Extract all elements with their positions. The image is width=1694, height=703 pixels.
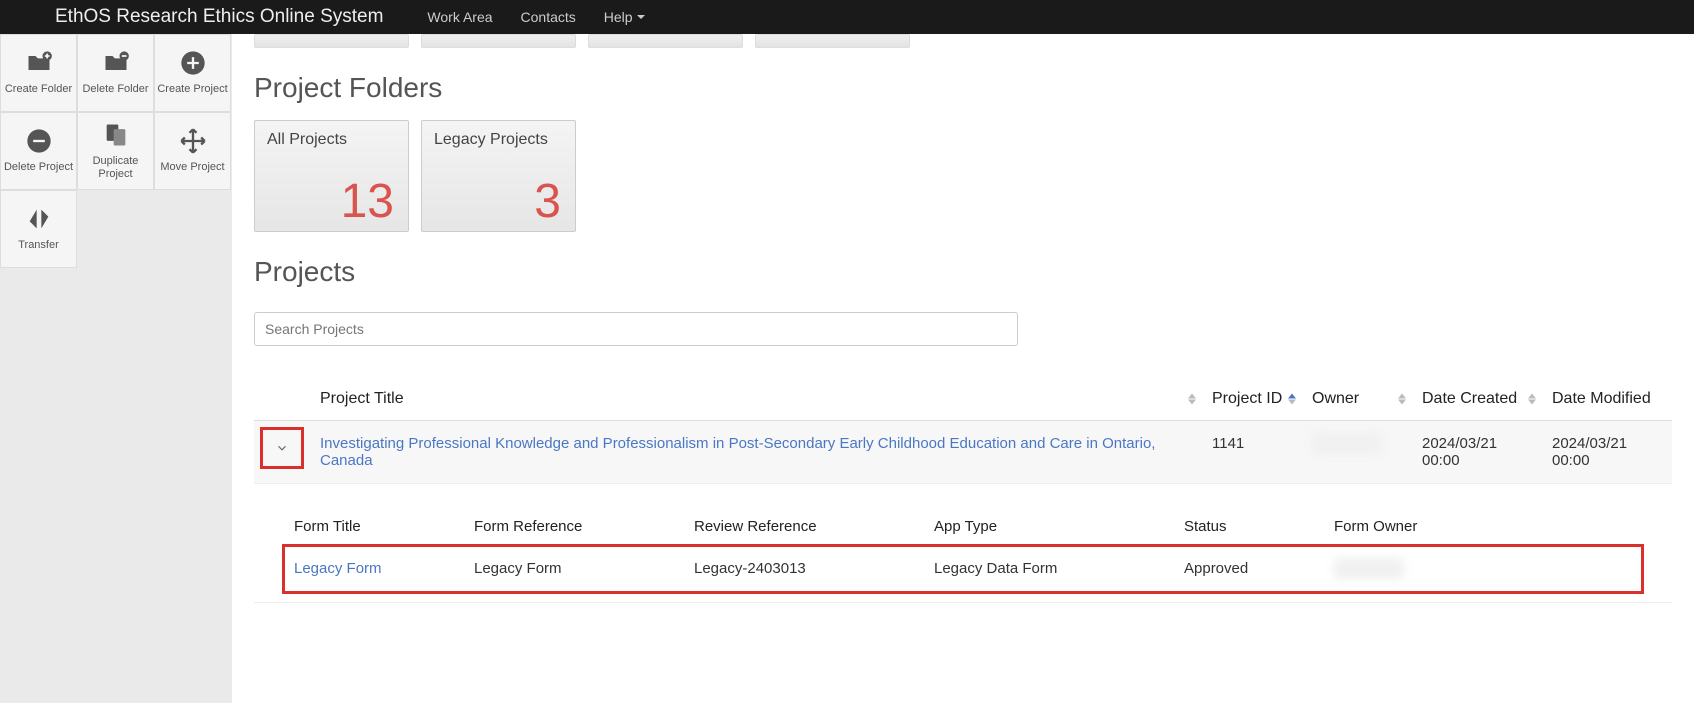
cell-form-reference: Legacy Form <box>464 546 684 592</box>
col-project-title[interactable]: Project Title <box>310 378 1202 421</box>
col-app-type: App Type <box>924 508 1174 546</box>
transfer-icon <box>25 205 53 233</box>
placeholder-tile <box>254 34 409 48</box>
placeholder-tile <box>755 34 910 48</box>
col-date-created[interactable]: Date Created <box>1412 378 1542 421</box>
duplicate-icon <box>102 121 130 149</box>
create-folder-button[interactable]: Create Folder <box>0 34 77 112</box>
cell-form-owner: redacted <box>1334 558 1404 579</box>
transfer-button[interactable]: Transfer <box>0 190 77 268</box>
nav-help[interactable]: Help <box>590 9 659 25</box>
col-form-title: Form Title <box>284 508 464 546</box>
cell-app-type: Legacy Data Form <box>924 546 1174 592</box>
folders-heading: Project Folders <box>254 72 1672 104</box>
nav-work-area[interactable]: Work Area <box>413 9 506 25</box>
sort-icon <box>1188 394 1196 405</box>
navbar: EthOS Research Ethics Online System Work… <box>0 0 1694 34</box>
col-project-id[interactable]: Project ID <box>1202 378 1302 421</box>
col-owner[interactable]: Owner <box>1302 378 1412 421</box>
sidebar-empty <box>77 190 154 268</box>
placeholder-tile <box>588 34 743 48</box>
cell-status: Approved <box>1174 546 1324 592</box>
search-projects-input[interactable] <box>254 312 1018 346</box>
form-row: Legacy Form Legacy Form Legacy-2403013 L… <box>284 546 1642 592</box>
cell-project-id: 1141 <box>1202 421 1302 484</box>
col-date-modified[interactable]: Date Modified <box>1542 378 1672 421</box>
plus-circle-icon <box>179 49 207 77</box>
sort-icon <box>1288 394 1296 405</box>
chevron-down-icon <box>637 15 645 19</box>
folder-title: Legacy Projects <box>434 131 563 149</box>
cell-date-created: 2024/03/21 00:00 <box>1412 421 1542 484</box>
cell-review-reference: Legacy-2403013 <box>684 546 924 592</box>
cell-date-modified: 2024/03/21 00:00 <box>1542 421 1672 484</box>
placeholder-row <box>254 34 1672 48</box>
projects-table: Project Title Project ID Owner Date Crea… <box>254 378 1672 603</box>
folder-title: All Projects <box>267 131 396 149</box>
app-title: EthOS Research Ethics Online System <box>55 6 383 28</box>
col-status: Status <box>1174 508 1324 546</box>
placeholder-tile <box>421 34 576 48</box>
project-row: Investigating Professional Knowledge and… <box>254 421 1672 484</box>
col-form-owner: Form Owner <box>1324 508 1642 546</box>
cell-owner: redacted <box>1312 433 1382 454</box>
nav-contacts[interactable]: Contacts <box>507 9 590 25</box>
project-title-link[interactable]: Investigating Professional Knowledge and… <box>320 435 1155 469</box>
col-review-reference: Review Reference <box>684 508 924 546</box>
sort-icon <box>1398 394 1406 405</box>
sidebar-empty <box>154 190 231 268</box>
delete-project-button[interactable]: Delete Project <box>0 112 77 190</box>
forms-subtable: Form Title Form Reference Review Referen… <box>284 508 1642 592</box>
move-icon <box>179 127 207 155</box>
move-project-button[interactable]: Move Project <box>154 112 231 190</box>
col-form-reference: Form Reference <box>464 508 684 546</box>
folder-minus-icon <box>102 49 130 77</box>
folder-all-projects[interactable]: All Projects 13 <box>254 120 409 232</box>
folder-plus-icon <box>25 49 53 77</box>
form-title-link[interactable]: Legacy Form <box>294 560 382 577</box>
folder-count: 13 <box>341 174 394 229</box>
sidebar: Create Folder Delete Folder Create Proje… <box>0 34 232 703</box>
folder-count: 3 <box>534 174 561 229</box>
folder-legacy-projects[interactable]: Legacy Projects 3 <box>421 120 576 232</box>
delete-folder-button[interactable]: Delete Folder <box>77 34 154 112</box>
expand-row-toggle[interactable] <box>260 427 304 469</box>
create-project-button[interactable]: Create Project <box>154 34 231 112</box>
main-content: Project Folders All Projects 13 Legacy P… <box>232 34 1694 703</box>
projects-heading: Projects <box>254 256 1672 288</box>
chevron-down-icon <box>275 441 289 455</box>
minus-circle-icon <box>25 127 53 155</box>
duplicate-project-button[interactable]: Duplicate Project <box>77 112 154 190</box>
project-row-expanded: Form Title Form Reference Review Referen… <box>254 484 1672 603</box>
sort-icon <box>1528 394 1536 405</box>
